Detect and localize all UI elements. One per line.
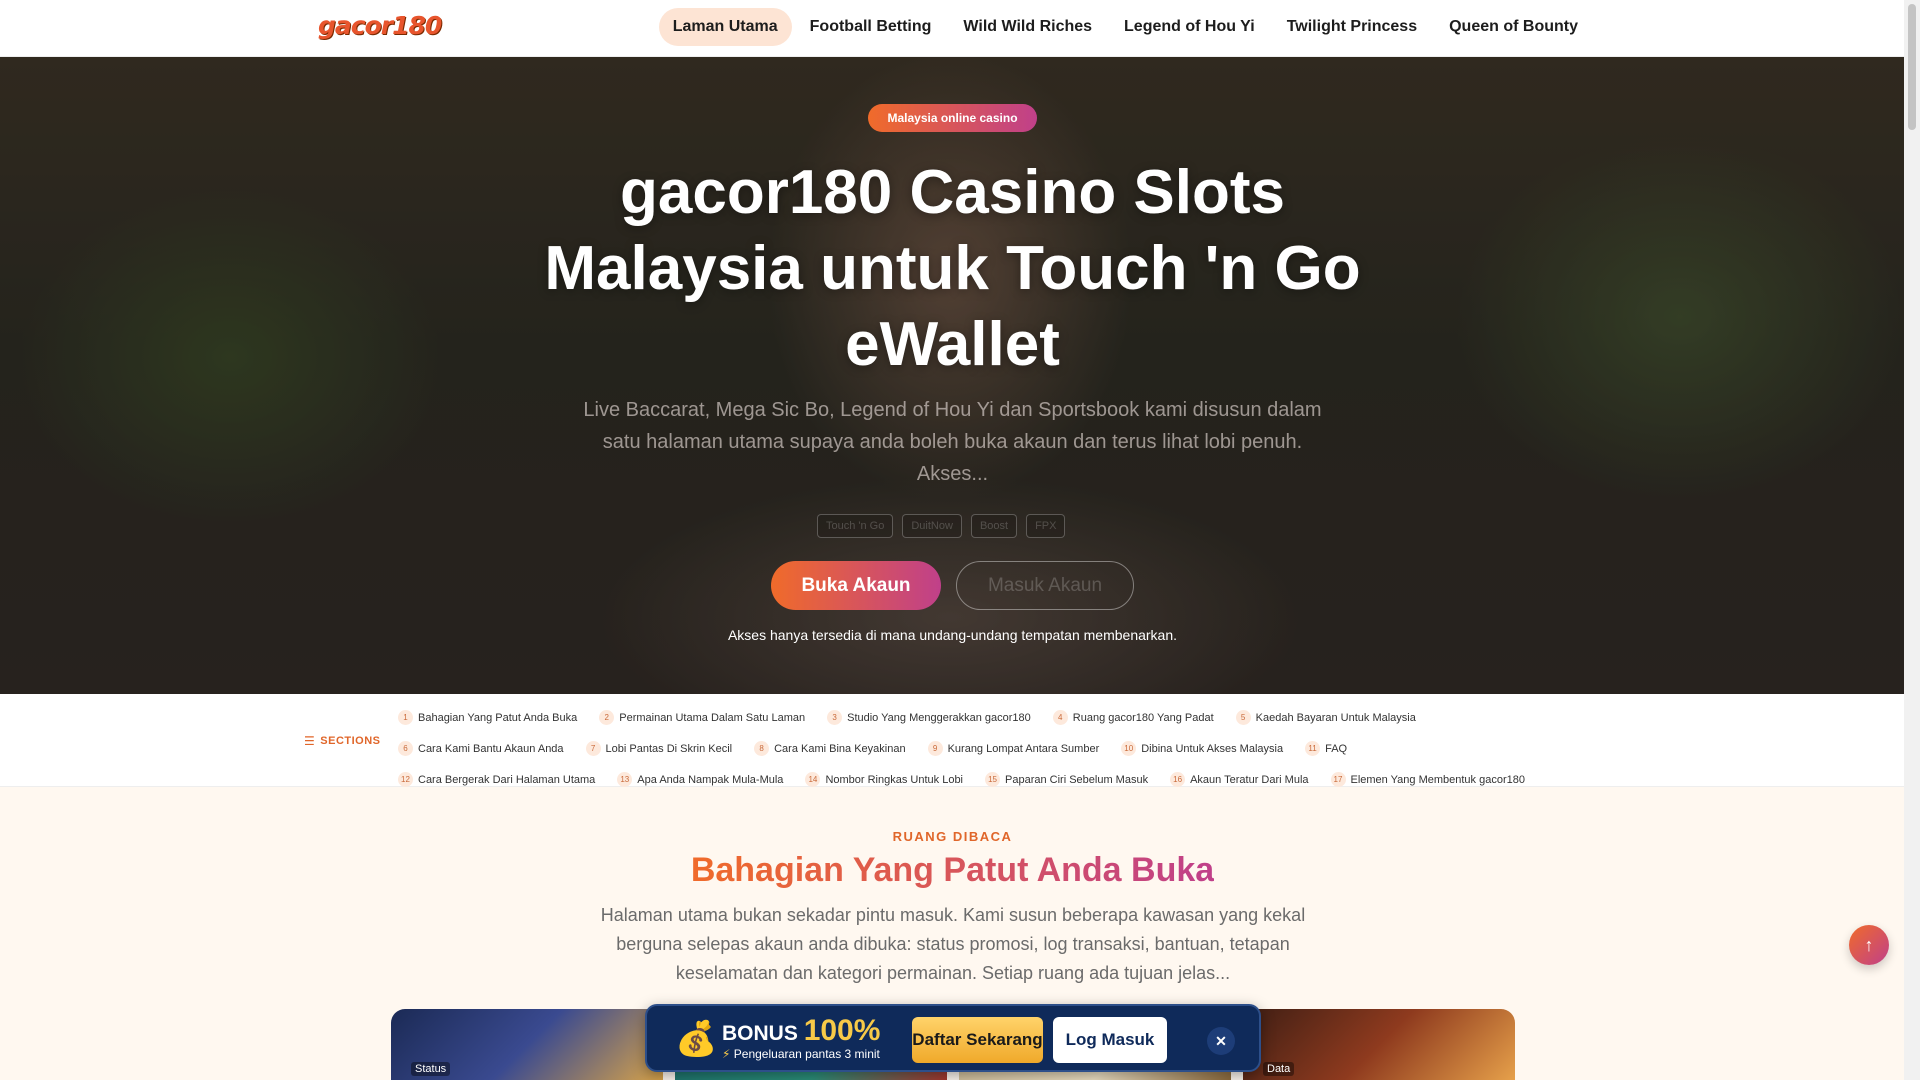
section-link[interactable]: 10 Dibina Untuk Akses Malaysia [1121,741,1283,756]
hero-section: Malaysia online casino gacor180 Casino S… [0,57,1904,694]
nav-item-queen-of-bounty[interactable]: Queen of Bounty [1435,8,1592,46]
hero-title: gacor180 Casino Slots Malaysia untuk Tou… [544,158,1361,379]
sections-label: ☰ SECTIONS [304,734,381,748]
section-link[interactable]: 14 Nombor Ringkas Untuk Lobi [805,772,963,787]
section-link[interactable]: 5 Kaedah Bayaran Untuk Malaysia [1235,710,1416,725]
login-account-button[interactable]: Masuk Akaun [956,561,1134,610]
section-link[interactable]: 3 Studio Yang Menggerakkan gacor180 [827,710,1031,725]
section-description: Halaman utama bukan sekadar pintu masuk.… [600,905,1306,983]
close-icon[interactable]: ✕ [1207,1027,1235,1055]
section-link[interactable]: 12 Cara Bergerak Dari Halaman Utama [398,772,595,787]
section-title: Bahagian Yang Patut Anda Buka [690,851,1215,889]
section-link[interactable]: 9 Kurang Lompat Antara Sumber [927,741,1099,756]
lightning-icon: ⚡ [722,1047,731,1061]
open-account-button[interactable]: Buka Akaun [771,561,941,610]
section-link[interactable]: 17 Elemen Yang Membentuk gacor180 [1330,772,1525,787]
sections-nav: ☰ SECTIONS 1 Bahagian Yang Patut Anda Buk… [0,694,1904,787]
section-link[interactable]: 8 Cara Kami Bina Keyakinan [754,741,906,756]
bonus-title: BONUS 100% [722,1014,881,1047]
nav-item-wild-wild-riches[interactable]: Wild Wild Riches [949,8,1106,46]
login-button[interactable]: Log Masuk [1053,1017,1167,1063]
site-header: gacor180 Laman Utama Football Betting Wi… [0,0,1904,57]
bonus-subtitle: ⚡ Pengeluaran pantas 3 minit [722,1047,880,1061]
card-label: Status [411,1062,451,1076]
section-link[interactable]: 16 Akaun Teratur Dari Mula [1170,772,1309,787]
nav-item-twilight-princess[interactable]: Twilight Princess [1273,8,1431,46]
payment-chip: Touch 'n Go [817,514,894,538]
page-scrollbar[interactable] [1904,0,1920,1080]
site-logo[interactable]: gacor180 [318,11,442,40]
hero-description: Live Baccarat, Mega Sic Bo, Legend of Ho… [583,399,1322,485]
register-now-button[interactable]: Daftar Sekarang [912,1017,1043,1063]
feature-card[interactable]: Status [391,1009,663,1080]
nav-item-laman-utama[interactable]: Laman Utama [658,8,792,46]
payment-chip: DuitNow [902,514,962,538]
hero-legal-note: Akses hanya tersedia di mana undang-unda… [727,627,1178,643]
section-link[interactable]: 13 Apa Anda Nampak Mula-Mula [617,772,783,787]
nav-item-legend-of-hou-yi[interactable]: Legend of Hou Yi [1110,8,1269,46]
section-link[interactable]: 2 Permainan Utama Dalam Satu Laman [599,710,805,725]
main-nav: Laman Utama Football Betting Wild Wild R… [658,8,1592,46]
payment-chip: FPX [1026,514,1066,538]
payment-chip: Boost [970,514,1018,538]
card-label: Data [1263,1062,1295,1076]
bonus-bar: 💰 BONUS 100% ⚡ Pengeluaran pantas 3 mini… [645,1004,1261,1072]
hero-badge: Malaysia online casino [868,104,1037,132]
back-to-top-button[interactable]: ↑ [1849,925,1889,965]
nav-item-football-betting[interactable]: Football Betting [796,8,946,46]
section-link[interactable]: 11 FAQ [1305,741,1347,756]
money-bag-icon: 💰 [675,1020,718,1058]
section-link[interactable]: 15 Paparan Ciri Sebelum Masuk [985,772,1148,787]
section-link[interactable]: 4 Ruang gacor180 Yang Padat [1052,710,1214,725]
section-link[interactable]: 6 Cara Kami Bantu Akaun Anda [398,741,564,756]
list-icon: ☰ [304,734,316,748]
section-kicker: RUANG DIBACA [892,829,1013,844]
feature-card[interactable]: Data [1243,1009,1515,1080]
section-link[interactable]: 1 Bahagian Yang Patut Anda Buka [398,710,577,725]
payment-chips: Touch 'n Go DuitNow Boost FPX [817,514,1066,538]
bonus-percent: 100% [803,1014,881,1047]
scrollbar-thumb[interactable] [1908,4,1916,130]
section-link[interactable]: 7 Lobi Pantas Di Skrin Kecil [585,741,732,756]
